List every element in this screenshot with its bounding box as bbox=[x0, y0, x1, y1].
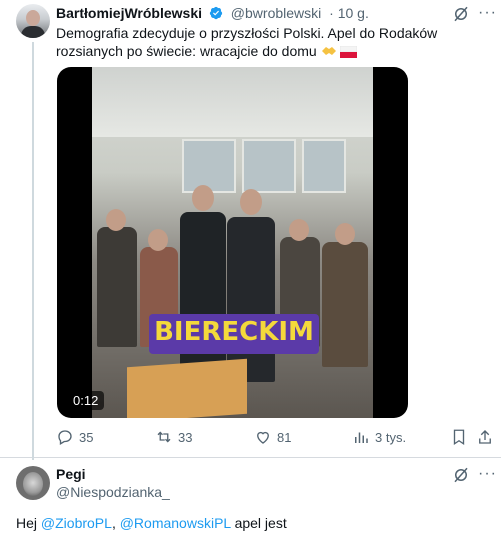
repost-button[interactable]: 33 bbox=[155, 428, 192, 446]
avatar[interactable] bbox=[16, 4, 50, 38]
bookmark-button[interactable] bbox=[450, 428, 473, 446]
tweet-text-content: Demografia zdecyduje o przyszłości Polsk… bbox=[56, 25, 438, 59]
reply-avatar[interactable] bbox=[16, 466, 50, 500]
more-options-icon[interactable]: ··· bbox=[478, 4, 497, 22]
reply-author-name[interactable]: Pegi bbox=[56, 466, 86, 482]
more-options-icon[interactable]: ··· bbox=[478, 465, 497, 483]
like-count: 81 bbox=[277, 429, 292, 445]
ceiling bbox=[92, 67, 373, 137]
handshake-icon bbox=[321, 47, 336, 55]
window bbox=[242, 139, 296, 193]
mention-link[interactable]: @ZiobroPL bbox=[41, 515, 112, 531]
tweet-actions: 35 33 81 3 tys. bbox=[56, 428, 496, 448]
bookmark-icon bbox=[453, 429, 465, 446]
heart-icon bbox=[257, 431, 269, 444]
grok-icon[interactable] bbox=[452, 466, 470, 484]
grok-icon[interactable] bbox=[452, 5, 470, 23]
share-button[interactable] bbox=[476, 428, 499, 446]
reply-text: Hej @ZiobroPL, @RomanowskiPL apel jest bbox=[16, 515, 287, 531]
timestamp[interactable]: · 10 g. bbox=[329, 5, 369, 21]
reply-author-handle[interactable]: @Niespodzianka_ bbox=[56, 484, 170, 500]
repost-count: 33 bbox=[178, 429, 193, 445]
crowd bbox=[92, 185, 373, 387]
reply-text-prefix: Hej bbox=[16, 515, 41, 531]
avatar-body bbox=[21, 26, 45, 38]
verified-badge-icon bbox=[209, 6, 223, 20]
reply-avatar-face bbox=[23, 472, 43, 496]
tweet-text: Demografia zdecyduje o przyszłości Polsk… bbox=[56, 24, 491, 60]
reply-text-suffix: apel jest bbox=[230, 515, 287, 531]
repost-icon bbox=[157, 431, 171, 443]
thread-line bbox=[32, 42, 34, 460]
window bbox=[182, 139, 236, 193]
author-handle[interactable]: @bwroblewski bbox=[231, 5, 321, 21]
author-name[interactable]: BartłomiejWróblewski bbox=[56, 5, 202, 21]
video-caption: BIERECKIM bbox=[154, 317, 314, 347]
video-frame bbox=[92, 67, 373, 418]
views-button[interactable]: 3 tys. bbox=[352, 428, 406, 446]
reply-count: 35 bbox=[79, 429, 94, 445]
window bbox=[302, 139, 346, 193]
avatar-head bbox=[26, 10, 40, 26]
tweet-header: BartłomiejWróblewski @bwroblewski · 10 g… bbox=[56, 5, 369, 21]
reply-text-separator: , bbox=[111, 515, 120, 531]
table bbox=[127, 358, 247, 418]
tweet[interactable]: BartłomiejWróblewski @bwroblewski · 10 g… bbox=[0, 0, 501, 460]
like-button[interactable]: 81 bbox=[254, 428, 291, 446]
video-duration: 0:12 bbox=[67, 391, 105, 410]
views-count: 3 tys. bbox=[375, 429, 407, 445]
share-icon bbox=[479, 430, 491, 444]
poland-flag-icon bbox=[340, 46, 358, 58]
reply-button[interactable]: 35 bbox=[56, 428, 93, 446]
mention-link[interactable]: @RomanowskiPL bbox=[120, 515, 231, 531]
reply-icon bbox=[58, 430, 72, 445]
views-icon bbox=[355, 432, 368, 443]
video-player[interactable]: BIERECKIM 0:12 bbox=[57, 67, 408, 418]
